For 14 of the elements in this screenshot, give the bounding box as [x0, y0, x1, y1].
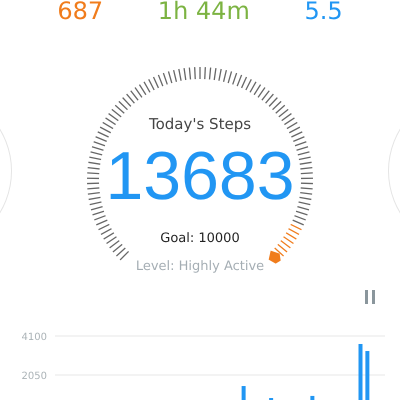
step-count: 13683 — [105, 140, 295, 212]
axis-label: 4100 — [22, 332, 47, 343]
axis-label: 2050 — [22, 371, 47, 382]
goal-label: Goal: 10000 — [160, 230, 240, 248]
chart-bar — [310, 396, 314, 400]
chart-bar — [358, 344, 362, 400]
chart-bar — [365, 351, 370, 400]
stat-value: 5.5 — [304, 0, 343, 24]
dial-title: Today's Steps — [148, 114, 252, 134]
pause-icon[interactable] — [364, 290, 376, 304]
chart-bar — [242, 386, 246, 400]
stat-value: 687 — [57, 0, 104, 24]
stat-value: 1h 44m — [158, 0, 250, 24]
activity-level: Level: Highly Active — [136, 258, 264, 276]
